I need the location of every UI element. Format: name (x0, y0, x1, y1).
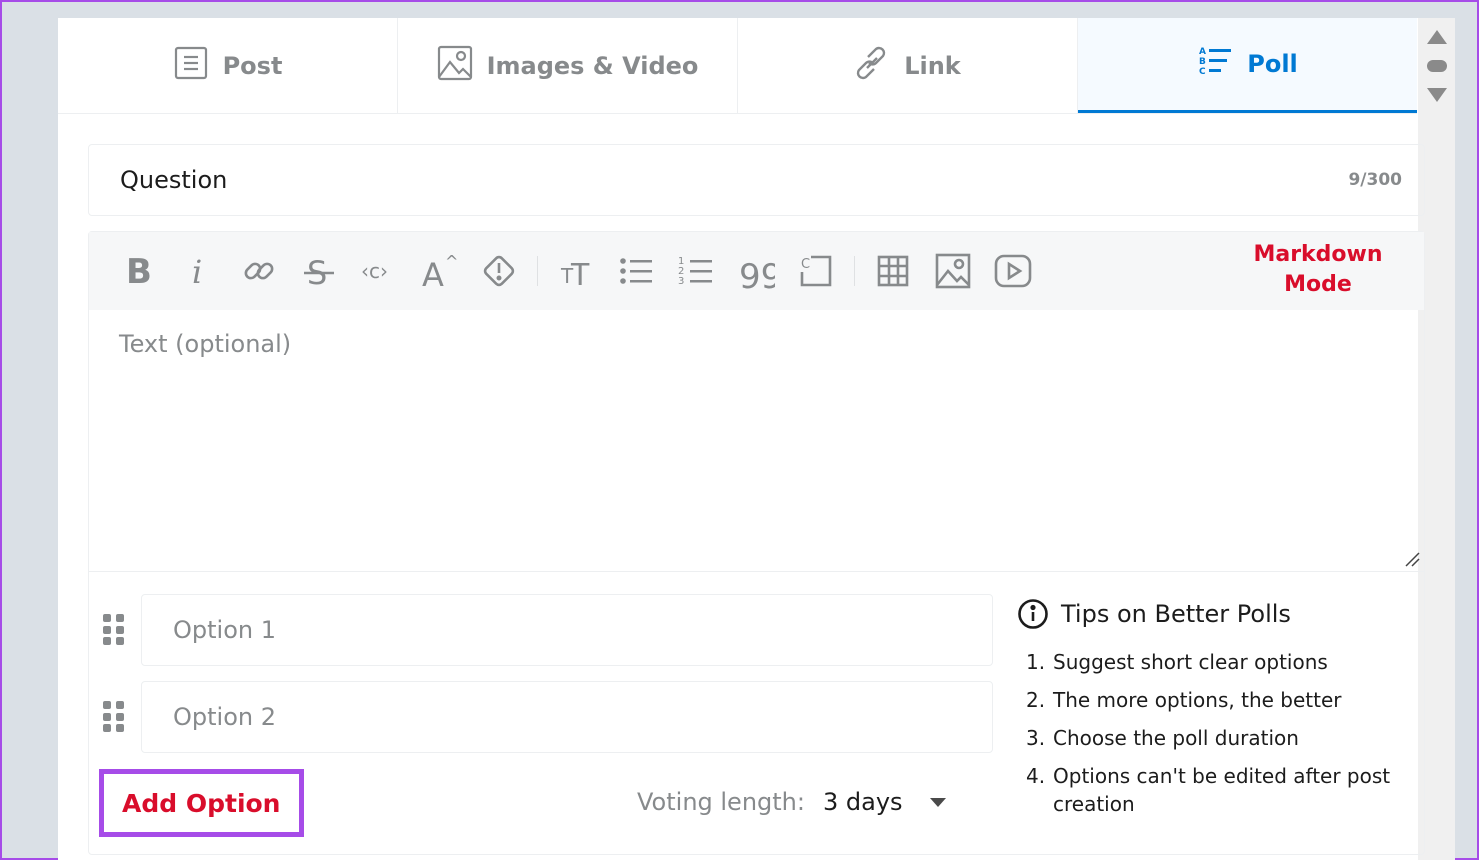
insert-video-button[interactable] (983, 246, 1043, 296)
document-icon (173, 45, 209, 87)
option-1-input[interactable]: Option 1 (141, 594, 993, 666)
quote-icon: 99 (739, 257, 775, 290)
numbered-list-button[interactable]: 123 (666, 246, 726, 296)
question-text: Question (120, 166, 228, 194)
body-placeholder: Text (optional) (119, 330, 292, 358)
tab-images-video[interactable]: Images & Video (398, 18, 738, 113)
tip-item: 2. The more options, the better (1026, 688, 1342, 712)
voting-length-select[interactable]: Voting length: 3 days (637, 788, 947, 816)
body-text-area[interactable]: Text (optional) (89, 310, 1424, 572)
heading-icon: TT (560, 258, 590, 290)
tip-item: 1. Suggest short clear options (1026, 650, 1328, 674)
svg-text:^: ^ (445, 252, 458, 271)
bulleted-list-icon (620, 258, 652, 284)
svg-text:i: i (192, 253, 202, 290)
tab-link-label: Link (904, 51, 961, 80)
svg-text:T: T (570, 258, 590, 290)
tab-poll-label: Poll (1247, 50, 1298, 78)
scroll-down-icon[interactable] (1426, 86, 1448, 104)
tips-title: Tips on Better Polls (1061, 600, 1291, 628)
code-block-icon: C (800, 255, 832, 287)
link-icon (854, 45, 890, 87)
tips-list: 1. Suggest short clear options 2. The more… (1017, 648, 1417, 818)
insert-image-button[interactable] (923, 246, 983, 296)
chevron-down-icon (929, 798, 946, 807)
tab-post[interactable]: Post (58, 18, 398, 113)
text-editor: B i S ‹c› A ^ TT 1 2 3 99 C Markdown Mod… (88, 231, 1425, 855)
strikethrough-button[interactable]: S (289, 246, 349, 296)
option-2-input[interactable]: Option 2 (141, 681, 993, 753)
code-block-button[interactable]: C (786, 246, 846, 296)
option-2-placeholder: Option 2 (173, 703, 276, 731)
character-count: 9/300 (1348, 170, 1402, 190)
bold-button[interactable]: B (109, 246, 169, 296)
option-1-placeholder: Option 1 (173, 616, 276, 644)
svg-text:99: 99 (739, 257, 775, 290)
video-icon (994, 254, 1032, 288)
tab-post-label: Post (222, 51, 283, 80)
poll-option-row: Option 2 (103, 681, 993, 753)
tab-images-video-label: Images & Video (486, 51, 699, 80)
add-option-button[interactable]: Add Option (99, 769, 304, 837)
toolbar-divider (537, 256, 538, 286)
create-post-card: Post Images & Video Link ABC Poll Questi… (58, 18, 1455, 860)
info-icon (1018, 599, 1048, 629)
add-option-label: Add Option (122, 788, 281, 818)
markdown-mode-label-line2: Mode (1284, 272, 1352, 297)
link-icon (244, 262, 274, 280)
inline-code-button[interactable]: ‹c› (349, 246, 409, 296)
svg-text:C: C (1199, 67, 1206, 77)
tip-item: 3. Choose the poll duration (1026, 726, 1299, 750)
formatting-toolbar: B i S ‹c› A ^ TT 1 2 3 99 C Markdown Mod… (89, 232, 1424, 310)
markdown-mode-toggle[interactable]: Markdown Mode (1248, 240, 1388, 300)
tab-poll[interactable]: ABC Poll (1078, 18, 1417, 113)
numbered-list-icon: 123 (678, 256, 712, 287)
poll-tips: Tips on Better Polls 1. Suggest short cle… (1017, 598, 1417, 828)
scroll-thumb[interactable] (1427, 60, 1447, 72)
scroll-up-icon[interactable] (1426, 28, 1448, 46)
voting-length-label: Voting length: (637, 788, 805, 816)
resize-handle-icon[interactable] (1404, 551, 1420, 567)
svg-text:B: B (126, 252, 152, 290)
superscript-button[interactable]: A ^ (409, 246, 469, 296)
svg-text:C: C (801, 257, 810, 272)
italic-button[interactable]: i (169, 246, 229, 296)
poll-icon: ABC (1197, 43, 1233, 85)
toolbar-divider (854, 256, 855, 286)
table-icon (877, 255, 909, 287)
heading-button[interactable]: TT (546, 246, 606, 296)
svg-text:B: B (1199, 57, 1206, 67)
bold-icon: B (126, 252, 152, 290)
table-button[interactable] (863, 246, 923, 296)
tips-heading: Tips on Better Polls (1017, 598, 1417, 630)
svg-text:A: A (1199, 47, 1206, 57)
spoiler-icon (483, 255, 515, 287)
image-icon (437, 45, 473, 87)
markdown-mode-label-line1: Markdown (1253, 242, 1383, 267)
link-button[interactable] (229, 246, 289, 296)
svg-text:3: 3 (678, 276, 684, 287)
drag-handle-icon[interactable] (103, 701, 125, 733)
spoiler-button[interactable] (469, 246, 529, 296)
post-type-tabs: Post Images & Video Link ABC Poll (58, 18, 1417, 114)
poll-option-row: Option 1 (103, 594, 993, 666)
question-input[interactable]: Question 9/300 (88, 144, 1425, 216)
superscript-icon: A ^ (422, 252, 458, 290)
svg-text:A: A (422, 256, 444, 290)
image-icon (935, 253, 971, 289)
inline-code-icon: ‹c› (361, 259, 388, 283)
quote-block-button[interactable]: 99 (726, 246, 786, 296)
voting-length-value: 3 days (822, 788, 903, 816)
tab-link[interactable]: Link (738, 18, 1078, 113)
bulleted-list-button[interactable] (606, 246, 666, 296)
tip-item: 4. Options can't be edited after post cre… (1026, 764, 1391, 816)
strikethrough-icon: S (304, 254, 334, 290)
drag-handle-icon[interactable] (103, 614, 125, 646)
svg-text:‹c›: ‹c› (361, 259, 388, 283)
italic-icon: i (192, 253, 202, 290)
